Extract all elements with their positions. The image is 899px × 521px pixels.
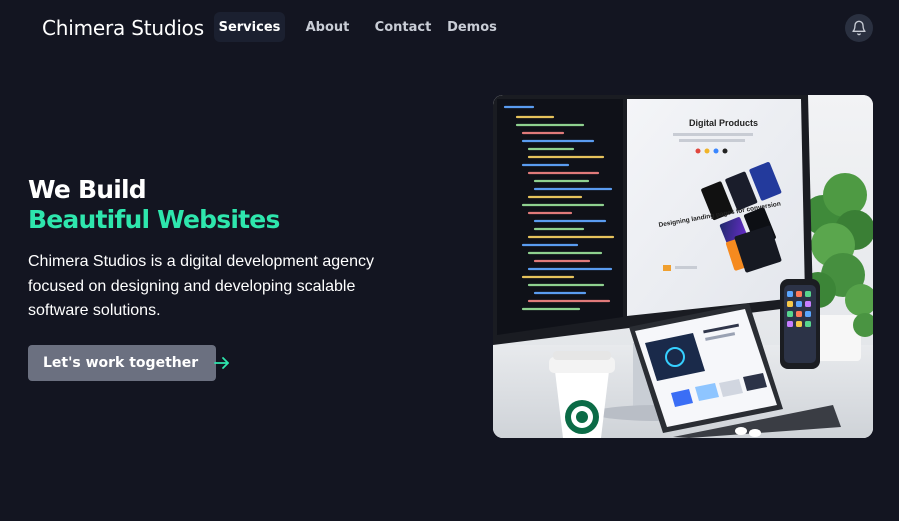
arrow-right-icon	[214, 357, 229, 369]
hero-image: Digital Products Designing landing pages…	[493, 95, 873, 438]
workspace-illustration: Digital Products Designing landing pages…	[493, 95, 873, 438]
nav-item-services[interactable]: Services	[214, 12, 285, 42]
cta-button-label: Let's work together	[43, 355, 199, 371]
phone	[780, 279, 820, 369]
nav-item-demos[interactable]: Demos	[445, 12, 499, 42]
bell-icon	[852, 20, 866, 36]
monitor-title: Digital Products	[689, 118, 758, 128]
hero-heading-line1: We Build	[28, 175, 147, 204]
nav-item-contact[interactable]: Contact	[371, 12, 435, 42]
page: Chimera Studios Services About Contact D…	[0, 0, 899, 521]
brand-logo[interactable]: Chimera Studios	[42, 15, 204, 41]
hero-description: Chimera Studios is a digital development…	[28, 253, 374, 319]
top-navbar: Chimera Studios Services About Contact D…	[0, 0, 899, 56]
cta-button[interactable]: Let's work together	[28, 345, 229, 381]
notifications-button[interactable]	[845, 14, 873, 42]
nav-item-about[interactable]: About	[300, 12, 355, 42]
hero-heading-accent: Beautiful Websites	[28, 205, 280, 234]
